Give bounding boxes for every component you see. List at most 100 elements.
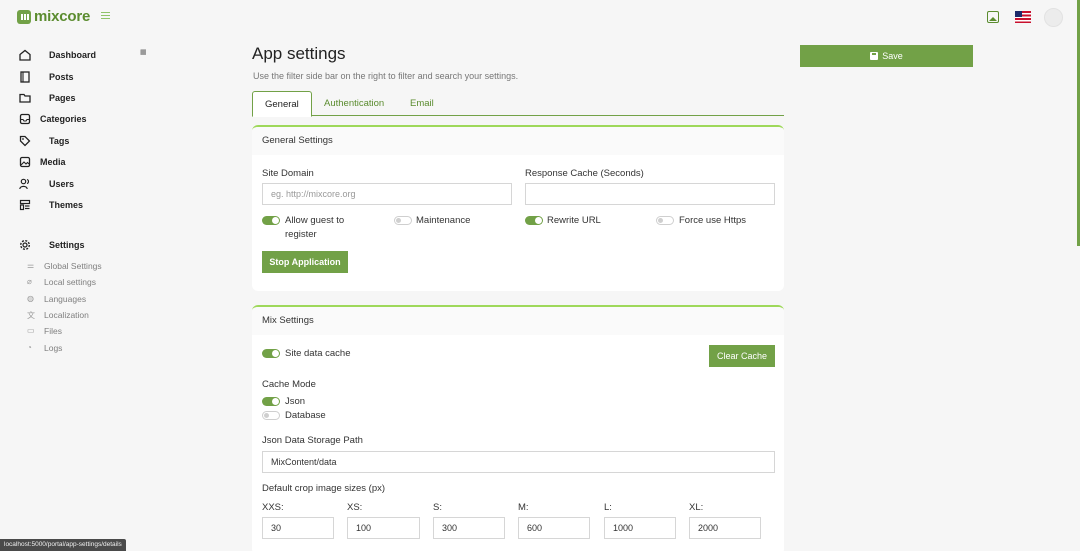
sidebar-subitem-files[interactable]: ▭ Files — [0, 324, 160, 338]
inbox-icon — [19, 113, 31, 125]
sidebar-subitem-languages[interactable]: ◍ Languages — [0, 292, 160, 306]
card-header: Mix Settings — [252, 307, 784, 335]
sidebar-item-label: Pages — [49, 93, 76, 103]
sidebar-item-media[interactable]: Media — [0, 153, 160, 173]
response-cache-label: Response Cache (Seconds) — [525, 168, 644, 179]
clock-icon: ◔ — [27, 343, 32, 352]
logo[interactable]: mixcore — [17, 8, 90, 25]
image-icon — [19, 156, 31, 168]
card-header: General Settings — [252, 127, 784, 155]
sidebar-item-label: Posts — [49, 72, 74, 82]
json-path-label: Json Data Storage Path — [262, 435, 363, 446]
mix-settings-card: Mix Settings Site data cache Clear Cache… — [252, 305, 784, 551]
sidebar-subitem-logs[interactable]: ◔ Logs — [0, 341, 160, 355]
mixcore-logo-icon — [17, 9, 31, 24]
sidebar-item-label: Settings — [49, 240, 85, 250]
sliders-icon: ⚌ — [27, 261, 35, 270]
layout-icon — [19, 199, 31, 211]
gear-icon — [19, 239, 31, 251]
tab-email[interactable]: Email — [410, 91, 434, 116]
sidebar-item-posts[interactable]: Posts — [0, 68, 160, 88]
sidebar-item-categories[interactable]: Categories — [0, 110, 160, 130]
sidebar-item-label: Themes — [49, 200, 84, 210]
sidebar-item-label: Users — [49, 179, 75, 189]
rewrite-url-toggle[interactable] — [525, 216, 543, 225]
translate-icon: 文 — [27, 311, 35, 320]
crop-m-input[interactable] — [518, 517, 590, 539]
file-icon: ▭ — [27, 326, 35, 335]
menu-icon[interactable] — [101, 12, 110, 19]
json-path-input[interactable] — [262, 451, 775, 473]
save-label: Save — [882, 51, 903, 61]
site-domain-label: Site Domain — [262, 168, 314, 179]
site-data-cache-label: Site data cache — [285, 348, 351, 359]
allow-guest-label-line2: register — [285, 229, 317, 240]
allow-guest-label: Allow guest to register — [285, 215, 344, 240]
sidebar-subitem-local-settings[interactable]: ⌀ Local settings — [0, 275, 160, 289]
link-icon: ⌀ — [27, 277, 32, 286]
sidebar-subitem-label: Local settings — [44, 277, 96, 287]
rewrite-url-label: Rewrite URL — [547, 215, 601, 226]
crop-xl-label: XL: — [689, 502, 704, 513]
crop-m-label: M: — [518, 502, 529, 513]
users-icon — [19, 178, 31, 190]
crop-l-input[interactable] — [604, 517, 676, 539]
top-bar: mixcore — [0, 0, 1080, 36]
tab-authentication[interactable]: Authentication — [324, 91, 384, 116]
crop-xs-input[interactable] — [347, 517, 420, 539]
page-subtitle: Use the filter side bar on the right to … — [253, 71, 519, 81]
sidebar-item-label: Media — [40, 157, 66, 167]
sidebar-item-dashboard[interactable]: Dashboard ▦ — [0, 46, 160, 66]
home-icon — [19, 49, 31, 61]
site-data-cache-toggle[interactable] — [262, 349, 280, 358]
general-settings-card: General Settings Site Domain Response Ca… — [252, 125, 784, 291]
sidebar-item-themes[interactable]: Themes — [0, 196, 160, 216]
crop-l-label: L: — [604, 502, 612, 513]
crop-s-input[interactable] — [433, 517, 505, 539]
sidebar-item-label: Tags — [49, 136, 70, 146]
sidebar-subitem-label: Languages — [44, 294, 87, 304]
allow-guest-toggle[interactable] — [262, 216, 280, 225]
force-https-label: Force use Https — [679, 215, 747, 226]
tab-general[interactable]: General — [252, 91, 312, 117]
cache-mode-json-label: Json — [285, 396, 306, 407]
crop-xxs-label: XXS: — [262, 502, 284, 513]
sidebar-item-tags[interactable]: Tags — [0, 132, 160, 152]
sidebar-subitem-label: Files — [44, 326, 62, 336]
crop-xl-input[interactable] — [689, 517, 761, 539]
maintenance-toggle[interactable] — [394, 216, 412, 225]
sidebar-item-label: Categories — [40, 114, 87, 124]
document-icon — [19, 71, 31, 83]
cache-mode-database-toggle[interactable] — [262, 411, 280, 420]
page-title: App settings — [252, 44, 346, 63]
sidebar-subitem-label: Localization — [44, 310, 89, 320]
cache-mode-label: Cache Mode — [262, 379, 316, 390]
stop-application-button[interactable]: Stop Application — [262, 251, 348, 273]
force-https-toggle[interactable] — [656, 216, 674, 225]
sidebar-subitem-label: Logs — [44, 343, 63, 353]
save-button[interactable]: Save — [800, 45, 973, 67]
sidebar-item-users[interactable]: Users — [0, 175, 160, 195]
image-icon[interactable] — [987, 11, 999, 23]
site-domain-input[interactable] — [262, 183, 512, 205]
clear-cache-button[interactable]: Clear Cache — [709, 345, 775, 367]
grid-icon[interactable]: ▦ — [140, 48, 147, 56]
sidebar-subitem-localization[interactable]: 文 Localization — [0, 308, 160, 322]
sidebar-item-settings[interactable]: Settings — [0, 236, 160, 256]
tag-icon — [19, 135, 31, 147]
save-icon — [870, 52, 879, 60]
cache-mode-json-toggle[interactable] — [262, 397, 280, 406]
us-flag-icon[interactable] — [1015, 11, 1031, 23]
maintenance-label: Maintenance — [416, 215, 471, 226]
avatar[interactable] — [1044, 8, 1063, 27]
settings-tabs: General Authentication Email — [252, 91, 784, 117]
sidebar-subitem-global-settings[interactable]: ⚌ Global Settings — [0, 259, 160, 273]
sidebar-item-pages[interactable]: Pages — [0, 89, 160, 109]
response-cache-input[interactable] — [525, 183, 775, 205]
globe-icon: ◍ — [27, 294, 34, 303]
status-bar-url: localhost:5000/portal/app-settings/detai… — [0, 539, 126, 551]
crop-xxs-input[interactable] — [262, 517, 334, 539]
crop-xs-label: XS: — [347, 502, 363, 513]
sidebar-subitem-label: Global Settings — [44, 261, 102, 271]
folder-icon — [19, 92, 31, 104]
